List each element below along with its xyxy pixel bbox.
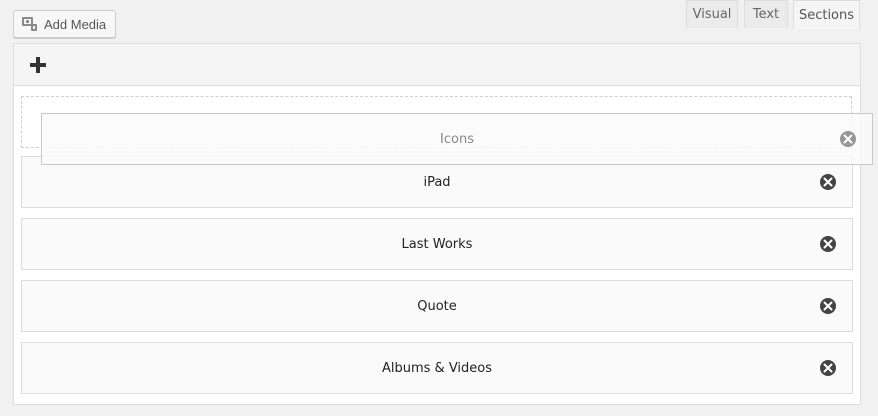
tab-text[interactable]: Text bbox=[744, 0, 788, 28]
close-circle-icon[interactable] bbox=[819, 359, 837, 377]
sections-toolbar bbox=[14, 44, 860, 86]
section-label: Last Works bbox=[401, 236, 473, 252]
section-label: Icons bbox=[440, 131, 474, 147]
section-item[interactable]: Albums & Videos bbox=[21, 342, 853, 394]
close-circle-icon[interactable] bbox=[819, 297, 837, 315]
close-circle-icon[interactable] bbox=[839, 130, 857, 148]
section-label: Albums & Videos bbox=[381, 360, 493, 376]
tab-sections[interactable]: Sections bbox=[793, 0, 860, 29]
add-media-button[interactable]: Add Media bbox=[13, 10, 116, 38]
close-circle-icon[interactable] bbox=[819, 235, 837, 253]
dragging-section-item[interactable]: Icons bbox=[41, 113, 873, 165]
section-item[interactable]: Last Works bbox=[21, 218, 853, 270]
tab-visual[interactable]: Visual bbox=[686, 0, 738, 28]
add-media-label: Add Media bbox=[44, 16, 107, 32]
section-label: iPad bbox=[423, 174, 451, 190]
section-item[interactable]: Quote bbox=[21, 280, 853, 332]
plus-icon[interactable] bbox=[29, 56, 47, 74]
section-label: Quote bbox=[417, 298, 457, 314]
close-circle-icon[interactable] bbox=[819, 173, 837, 191]
media-camera-icon bbox=[21, 15, 39, 33]
